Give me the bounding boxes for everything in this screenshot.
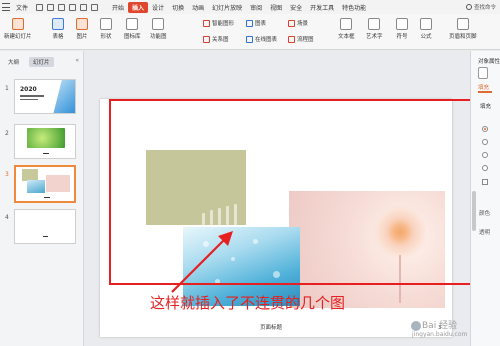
- color-label: 颜色: [479, 211, 491, 217]
- panel-title: 对象属性: [478, 59, 500, 65]
- fill-tab-icon[interactable]: [478, 67, 488, 79]
- object-properties-panel: 对象属性 填充 填充 颜色 透明: [470, 51, 500, 346]
- fill-section-title[interactable]: 填充: [480, 102, 491, 110]
- fill-option-radio[interactable]: [482, 152, 488, 158]
- canvas-scrollbar[interactable]: [472, 191, 476, 231]
- tab-fill[interactable]: 填充: [478, 83, 489, 91]
- watermark-url: jingyan.baidu.com: [412, 331, 468, 338]
- fill-option-radio[interactable]: [482, 126, 488, 132]
- fill-option-radio[interactable]: [482, 165, 488, 171]
- annotation-caption: 这样就插入了不连贯的几个图: [150, 294, 346, 312]
- fill-option-checkbox[interactable]: [482, 179, 488, 185]
- app-window: 文件 开始 插入 设计 切换 动画 幻灯片放映 审阅 视图 安全 开发工具 特色…: [0, 0, 500, 346]
- tab-underline: [478, 91, 492, 93]
- baidu-paw-icon: [411, 320, 421, 331]
- transparency-label: 透明: [479, 230, 491, 236]
- watermark: Bai 经验: [411, 318, 457, 331]
- fill-option-radio[interactable]: [482, 139, 488, 145]
